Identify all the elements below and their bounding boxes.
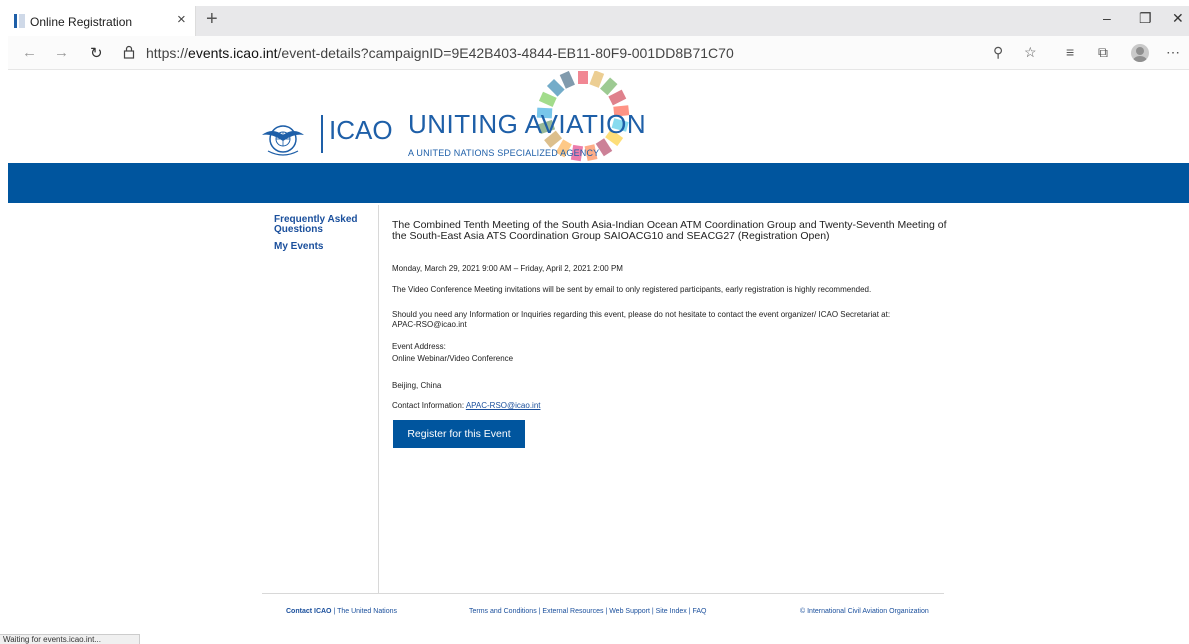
sidebar-link-faq[interactable]: Frequently Asked Questions xyxy=(274,215,369,235)
icao-emblem-icon xyxy=(262,125,304,156)
contact-label: Contact Information: xyxy=(392,401,465,410)
minimize-button[interactable]: – xyxy=(1103,10,1111,26)
icao-wordmark: ICAO xyxy=(329,115,393,145)
favorite-star-icon[interactable]: ☆ xyxy=(1024,44,1037,61)
close-window-button[interactable]: ✕ xyxy=(1172,10,1184,27)
inquiries-note: Should you need any Information or Inqui… xyxy=(392,310,937,330)
invitation-note: The Video Conference Meeting invitations… xyxy=(392,285,872,294)
header-banner xyxy=(8,163,1189,203)
logo-divider xyxy=(321,115,323,153)
favorites-list-icon[interactable]: ≡ xyxy=(1066,44,1074,60)
event-dates: Monday, March 29, 2021 9:00 AM – Friday,… xyxy=(392,264,623,273)
address-label: Event Address: xyxy=(392,342,446,351)
url-path: /event-details?campaignID=9E42B403-4844-… xyxy=(277,45,734,61)
footer-left: Contact ICAO | The United Nations xyxy=(286,608,397,615)
tab-online-registration[interactable]: Online Registration × xyxy=(8,6,196,36)
inquiries-text: Should you need any Information or Inqui… xyxy=(392,310,891,319)
restore-button[interactable]: ❐ xyxy=(1139,10,1152,27)
footer-un-link[interactable]: | The United Nations xyxy=(332,608,397,615)
address-line: Online Webinar/Video Conference xyxy=(392,354,514,363)
address-toolbar: ← → ↻ https://events.icao.int/event-deta… xyxy=(8,36,1189,70)
agency-tagline: A UNITED NATIONS SPECIALIZED AGENCY xyxy=(408,148,600,158)
profile-avatar[interactable] xyxy=(1131,44,1149,62)
url-prefix: https:// xyxy=(146,45,189,61)
web-page: ICAO UNITING AVIATION A UNITED NATIONS S… xyxy=(8,71,1189,644)
new-tab-button[interactable]: + xyxy=(206,8,218,31)
tab-title: Online Registration xyxy=(30,15,133,29)
reload-icon[interactable]: ↻ xyxy=(90,44,103,62)
footer-copyright: © International Civil Aviation Organizat… xyxy=(800,608,929,615)
event-title: The Combined Tenth Meeting of the South … xyxy=(392,219,947,242)
contact-email-link[interactable]: APAC-RSO@icao.int xyxy=(466,401,541,410)
icao-favicon-icon xyxy=(14,14,25,28)
register-button[interactable]: Register for this Event xyxy=(393,420,525,448)
content-divider xyxy=(378,205,379,593)
url-host: events.icao.int xyxy=(188,45,278,61)
footer-contact-link[interactable]: Contact ICAO xyxy=(286,608,332,615)
footer-links[interactable]: Terms and Conditions | External Resource… xyxy=(469,608,706,615)
tab-close-icon[interactable]: × xyxy=(177,11,186,28)
address-city: Beijing, China xyxy=(392,381,442,390)
back-icon[interactable]: ← xyxy=(22,44,37,61)
collections-icon[interactable]: ⧉ xyxy=(1098,44,1108,61)
sidebar-link-my-events[interactable]: My Events xyxy=(274,242,323,252)
address-bar-input[interactable]: https://events.icao.int/event-details?ca… xyxy=(146,45,734,61)
zoom-icon[interactable]: ⚲ xyxy=(993,44,1003,61)
more-menu-icon[interactable]: ⋯ xyxy=(1166,44,1180,61)
footer-divider xyxy=(262,593,944,594)
browser-window: Online Registration × + – ❐ ✕ ← → ↻ http… xyxy=(8,6,1189,644)
status-bar: Waiting for events.icao.int... xyxy=(0,634,140,644)
contact-info: Contact Information: APAC-RSO@icao.int xyxy=(392,401,541,411)
forward-icon[interactable]: → xyxy=(54,44,69,61)
tab-strip: Online Registration × + – ❐ ✕ xyxy=(8,6,1189,36)
lock-icon xyxy=(123,45,135,59)
inquiries-email: APAC-RSO@icao.int xyxy=(392,320,467,329)
uniting-aviation-wordmark: UNITING AVIATION xyxy=(408,109,647,139)
